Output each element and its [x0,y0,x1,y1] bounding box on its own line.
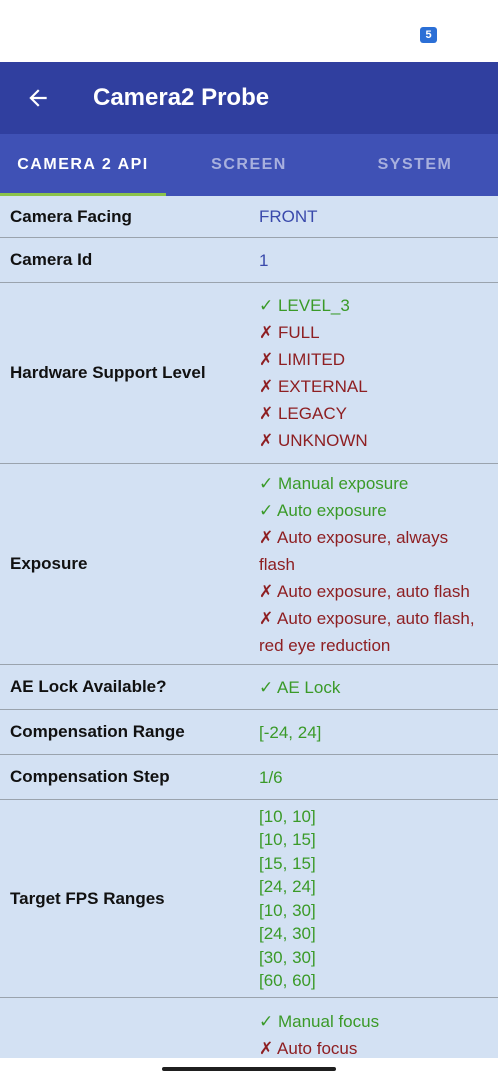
row-label: Hardware Support Level [10,363,206,382]
row-values: ✓ AE Lock [259,674,498,701]
value-supported: ✓ Manual focus [259,1012,380,1031]
row-label: Exposure [10,554,88,573]
row-camera-facing: Camera Facing FRONT [0,196,498,238]
value-neutral: FRONT [259,207,318,226]
row-label: Compensation Step [10,767,170,786]
row-values: 1 [259,247,498,274]
tab-bar: CAMERA 2 API SCREEN SYSTEM [0,134,498,196]
row-values: ✓ LEVEL_3 ✗ FULL ✗ LIMITED ✗ EXTERNAL ✗ LEGA… [259,292,498,454]
row-camera-id: Camera Id 1 [0,238,498,283]
value-unsupported: ✗ Auto focus [259,1039,358,1058]
row-values: [10, 10] [10, 15] [15, 15] [24, 24] [10, 30]… [259,805,498,993]
value-supported: [10, 15] [259,830,316,849]
row-label: Camera Id [10,250,93,269]
row-target-fps-ranges: Target FPS Ranges [10, 10] [10, 15] [15, 1… [0,800,498,998]
properties-list[interactable]: Camera Facing FRONT Camera Id 1 Hardware… [0,196,498,1058]
value-supported: [15, 15] [259,853,316,873]
tab-system[interactable]: SYSTEM [332,134,498,196]
value-neutral: 1 [259,250,269,270]
row-focus: ✓ Manual focus ✗ Auto focus [0,998,498,1058]
value-supported: [30, 30] [259,947,316,967]
row-values: ✓ Manual focus ✗ Auto focus [259,1008,498,1058]
home-indicator[interactable] [162,1067,336,1071]
row-values: 1/6 [259,764,498,791]
value-supported: ✓ LEVEL_3 [259,296,350,315]
row-label: Target FPS Ranges [10,888,165,908]
back-button[interactable] [18,78,58,118]
value-unsupported: ✗ LEGACY [259,404,347,423]
app-bar: Camera2 Probe [0,62,498,134]
status-bar: 5 [0,0,498,62]
row-ae-lock: AE Lock Available? ✓ AE Lock [0,665,498,710]
value-supported: [-24, 24] [259,722,322,742]
arrow-back-icon [29,89,47,107]
value-supported: ✓ AE Lock [259,677,341,697]
row-exposure: Exposure ✓ Manual exposure ✓ Auto exposur… [0,464,498,665]
row-compensation-step: Compensation Step 1/6 [0,755,498,800]
row-compensation-range: Compensation Range [-24, 24] [0,710,498,755]
row-values: [-24, 24] [259,719,498,746]
app-title: Camera2 Probe [93,84,270,111]
value-supported: ✓ Auto exposure [259,500,387,520]
value-unsupported: ✗ Auto exposure, auto flash, red eye red… [259,608,475,655]
row-values: FRONT [259,203,498,230]
value-unsupported: ✗ FULL [259,323,320,342]
value-unsupported: ✗ Auto exposure, always flash [259,527,449,574]
value-unsupported: ✗ LIMITED [259,350,346,369]
row-label: Camera Facing [10,206,132,226]
value-unsupported: ✗ EXTERNAL [259,377,368,396]
notification-badge: 5 [420,27,437,43]
value-supported: [24, 30] [259,924,316,943]
value-supported: 1/6 [259,767,283,787]
value-supported: ✓ Manual exposure [259,473,409,493]
value-supported: [60, 60] [259,971,316,990]
row-label: AE Lock Available? [10,677,167,696]
tab-camera2-api[interactable]: CAMERA 2 API [0,134,166,196]
navigation-bar [0,1058,498,1080]
row-values: ✓ Manual exposure ✓ Auto exposure ✗ Auto e… [259,470,498,659]
value-unsupported: ✗ Auto exposure, auto flash [259,581,470,601]
value-unsupported: ✗ UNKNOWN [259,431,368,450]
row-hardware-support-level: Hardware Support Level ✓ LEVEL_3 ✗ FULL ✗ … [0,283,498,464]
tab-screen[interactable]: SCREEN [166,134,332,196]
value-supported: [10, 10] [259,806,316,826]
row-label: Compensation Range [10,722,185,741]
value-supported: [10, 30] [259,900,316,920]
value-supported: [24, 24] [259,877,316,896]
